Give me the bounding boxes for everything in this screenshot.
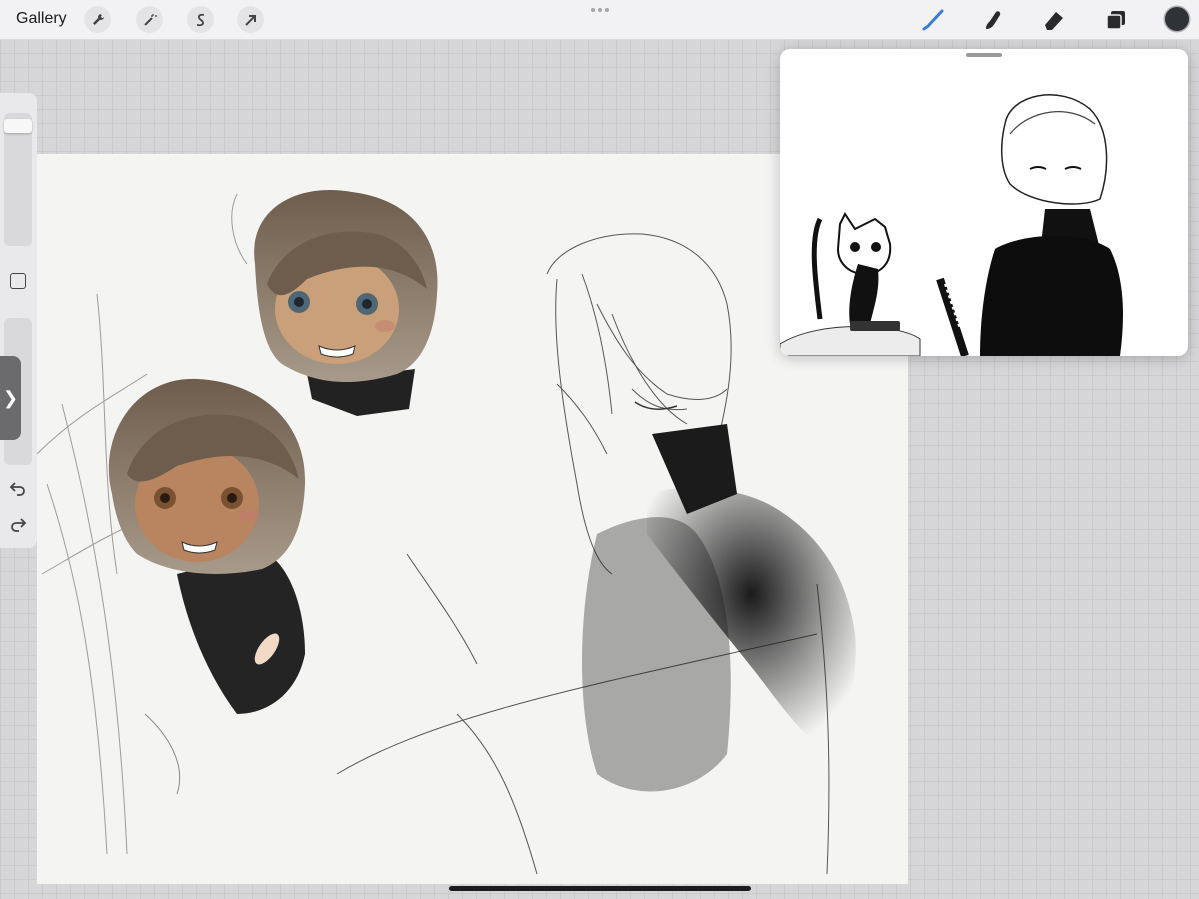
reference-window[interactable] xyxy=(780,49,1188,356)
magic-wand-icon[interactable] xyxy=(136,6,163,33)
selection-s-icon[interactable] xyxy=(187,6,214,33)
reference-image xyxy=(780,94,1123,356)
left-sidebar xyxy=(0,93,37,548)
eraser-icon[interactable] xyxy=(1040,6,1068,34)
brush-icon[interactable] xyxy=(919,6,947,34)
undo-icon[interactable] xyxy=(9,479,27,497)
layers-icon[interactable] xyxy=(1102,6,1130,34)
wrench-icon[interactable] xyxy=(84,6,111,33)
cat-sketch xyxy=(780,212,921,356)
home-indicator[interactable] xyxy=(449,886,751,891)
modify-button[interactable] xyxy=(10,273,26,289)
gallery-button[interactable]: Gallery xyxy=(16,10,67,28)
chevron-right-icon: ❯ xyxy=(2,387,19,408)
redo-icon[interactable] xyxy=(9,515,27,533)
smudge-icon[interactable] xyxy=(979,6,1007,34)
color-picker-button[interactable] xyxy=(1165,7,1189,31)
sidebar-collapse-tab[interactable]: ❯ xyxy=(0,356,21,440)
chibi-sketch-bottom xyxy=(108,378,306,795)
brush-size-knob[interactable] xyxy=(4,119,32,133)
brush-size-slider[interactable] xyxy=(4,113,32,246)
more-dots-icon[interactable] xyxy=(590,8,610,12)
artwork xyxy=(37,189,856,875)
opacity-knob[interactable] xyxy=(4,324,32,338)
chibi-sketch-top xyxy=(254,189,438,416)
drawing-canvas[interactable] xyxy=(37,154,908,884)
arrow-transform-icon[interactable] xyxy=(237,6,264,33)
figure-sketch xyxy=(936,94,1123,356)
reference-grabber[interactable] xyxy=(966,53,1002,57)
top-toolbar: Gallery xyxy=(0,0,1199,40)
